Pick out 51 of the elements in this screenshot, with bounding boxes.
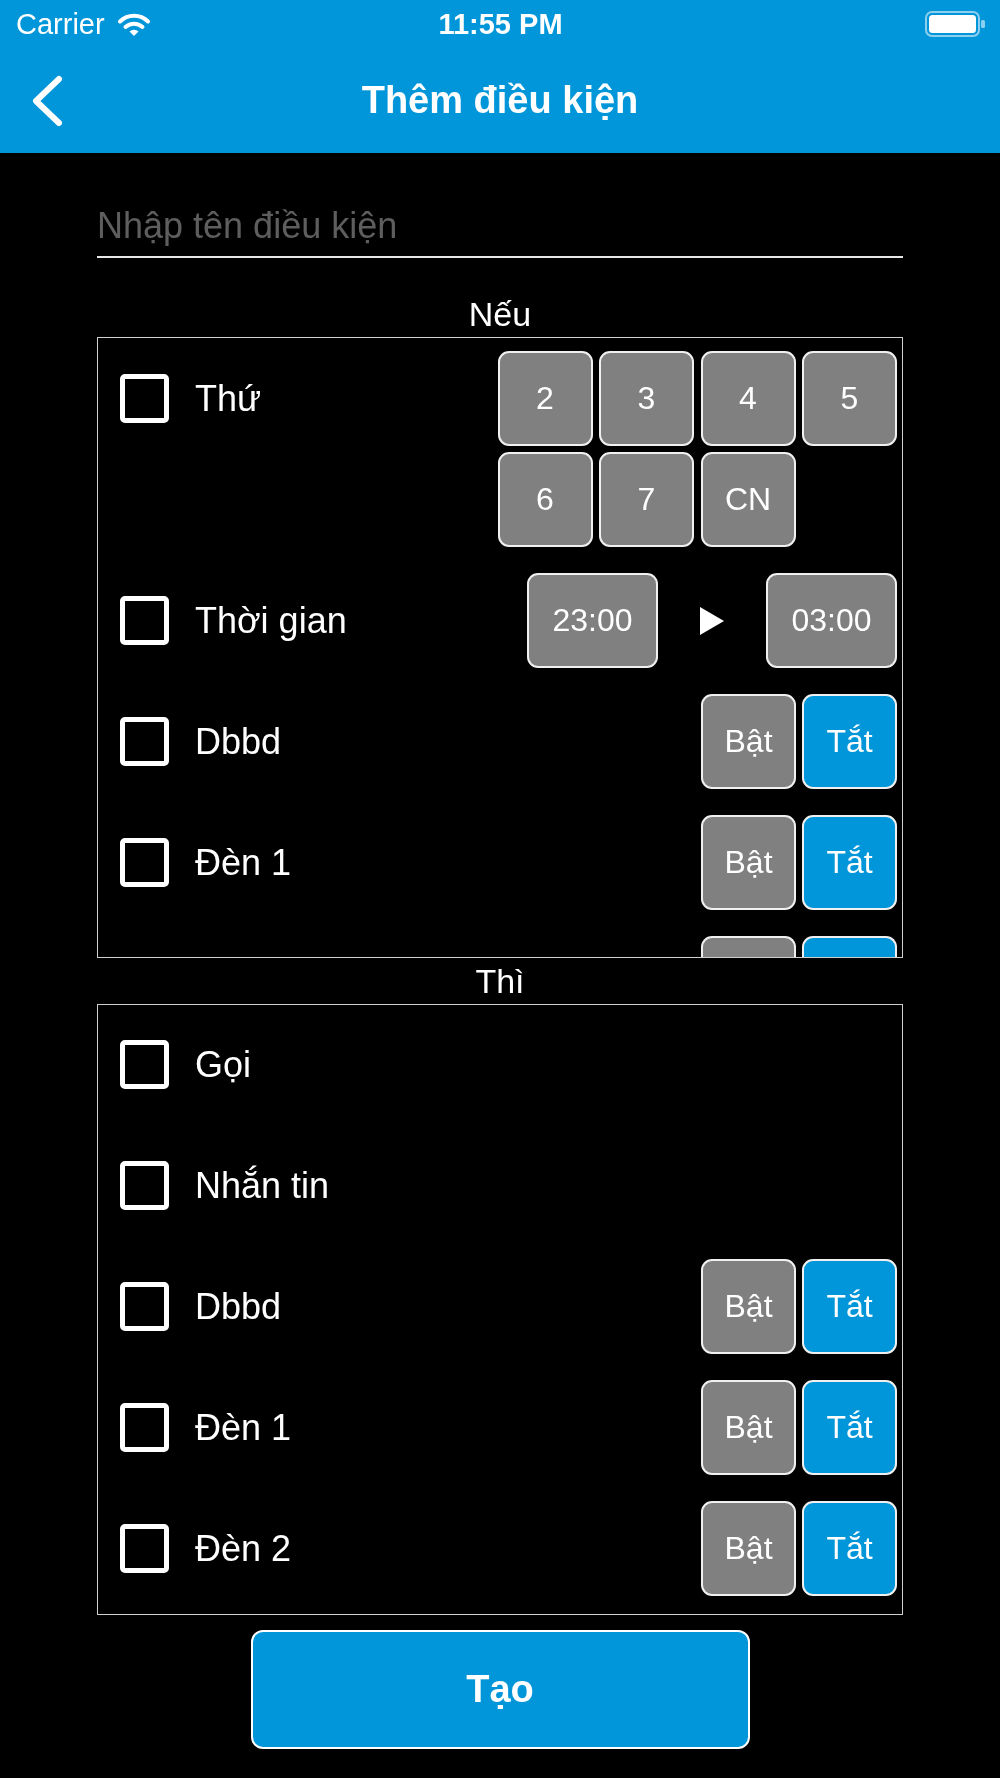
day-button[interactable]: 6 — [497, 452, 593, 547]
checkbox[interactable] — [120, 596, 169, 645]
toggle-button[interactable]: Bật — [701, 694, 796, 789]
battery-icon — [925, 11, 985, 37]
toggle-button[interactable]: Bật — [701, 1501, 796, 1596]
toggle-button[interactable] — [701, 936, 796, 957]
condition-label: Dbbd — [195, 1285, 282, 1328]
checkbox[interactable] — [120, 717, 169, 766]
wifi-icon — [116, 12, 151, 36]
checkbox[interactable] — [120, 838, 169, 887]
toggle-button[interactable]: Bật — [701, 1380, 796, 1475]
day-button[interactable]: 5 — [802, 351, 897, 446]
condition-label: Dbbd — [195, 720, 282, 763]
toggle-button[interactable]: Bật — [701, 1259, 796, 1354]
checkbox[interactable] — [120, 374, 169, 423]
section-title: Nếu — [468, 294, 532, 335]
clock-time: 11:55 PM — [438, 7, 563, 41]
checkbox[interactable] — [120, 1161, 169, 1210]
toggle-button[interactable]: Tắt — [802, 1259, 897, 1354]
condition-label: Đèn 1 — [195, 841, 292, 884]
carrier-label: Carrier — [16, 7, 105, 41]
triangle-arrow-icon — [700, 606, 724, 635]
end-time-button[interactable]: 03:00 — [766, 573, 897, 668]
condition-label: Thời gian — [195, 599, 347, 642]
day-button[interactable]: 2 — [497, 351, 593, 446]
create-button[interactable]: Tạo — [250, 1630, 750, 1749]
day-button[interactable]: 4 — [700, 351, 796, 446]
checkbox[interactable] — [120, 1282, 169, 1331]
condition-label: Đèn 2 — [195, 1527, 292, 1570]
condition-label: Đèn 1 — [195, 1406, 292, 1449]
condition-label: Thứ — [195, 377, 262, 420]
toggle-button[interactable]: Tắt — [802, 1380, 897, 1475]
checkbox[interactable] — [120, 1524, 169, 1573]
checkbox[interactable] — [120, 1040, 169, 1089]
toggle-button[interactable] — [802, 936, 897, 957]
day-button[interactable]: 7 — [599, 452, 694, 547]
name-input-field[interactable]: Nhập tên điều kiện — [97, 196, 903, 258]
section-title: Thì — [475, 961, 525, 1002]
toggle-button[interactable]: Tắt — [802, 1501, 897, 1596]
checkbox[interactable] — [120, 1403, 169, 1452]
start-time-button[interactable]: 23:00 — [527, 573, 658, 668]
day-button[interactable]: CN — [700, 452, 796, 547]
day-button[interactable]: 3 — [599, 351, 694, 446]
chevron-left-icon — [30, 74, 64, 127]
toggle-button[interactable]: Tắt — [802, 815, 897, 910]
condition-label: Nhắn tin — [195, 1164, 330, 1207]
screen-title: Thêm điều kiện — [361, 79, 639, 122]
condition-label: Gọi — [195, 1043, 252, 1086]
toggle-button[interactable]: Tắt — [802, 694, 897, 789]
toggle-button[interactable]: Bật — [701, 815, 796, 910]
back-button[interactable] — [30, 74, 64, 127]
